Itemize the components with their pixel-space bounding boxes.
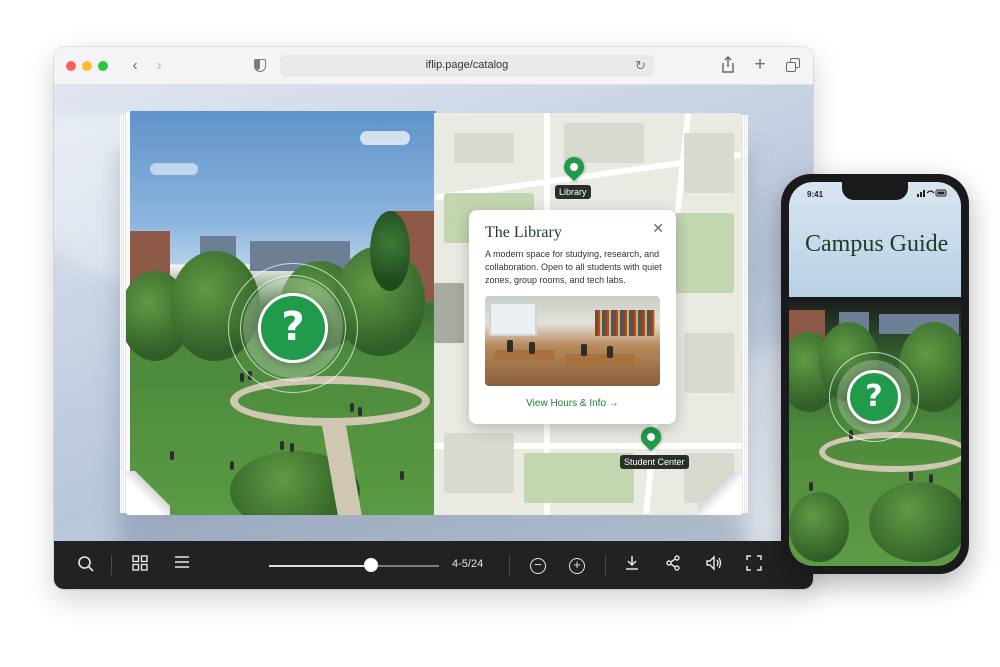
status-icons bbox=[917, 189, 947, 199]
question-mark-icon[interactable]: ? bbox=[847, 370, 901, 424]
zoom-window-button[interactable] bbox=[98, 61, 108, 71]
viewer-toolbar: 4-5/24 − + bbox=[54, 541, 813, 589]
download-icon[interactable] bbox=[622, 555, 642, 575]
close-window-button[interactable] bbox=[66, 61, 76, 71]
page-curl-right[interactable] bbox=[698, 471, 742, 515]
stage: ‹ › iflip.page/catalog ↻ + ? Library Stu… bbox=[0, 0, 1000, 667]
toolbar-divider bbox=[111, 555, 112, 575]
phone-notch bbox=[842, 182, 908, 200]
share-icon[interactable] bbox=[663, 555, 683, 575]
right-page[interactable]: Library Student Center The Library ✕ A m… bbox=[434, 113, 742, 515]
view-hours-link[interactable]: View Hours & Info → bbox=[469, 398, 676, 409]
table-of-contents-icon[interactable] bbox=[172, 555, 192, 575]
minimize-window-button[interactable] bbox=[82, 61, 92, 71]
privacy-shield-icon[interactable] bbox=[254, 59, 266, 72]
phone-question-hotspot[interactable]: ? bbox=[829, 352, 919, 442]
address-bar[interactable]: iflip.page/catalog ↻ bbox=[280, 55, 654, 77]
library-interior-photo bbox=[485, 296, 660, 386]
fullscreen-icon[interactable] bbox=[744, 555, 764, 575]
share-icon[interactable] bbox=[719, 55, 737, 74]
forward-button[interactable]: › bbox=[150, 56, 168, 76]
close-icon[interactable]: ✕ bbox=[652, 220, 664, 237]
page-slider[interactable] bbox=[269, 565, 439, 567]
status-time: 9:41 bbox=[807, 190, 824, 199]
page-slider-knob[interactable] bbox=[364, 558, 378, 572]
question-hotspot[interactable]: ? bbox=[228, 263, 358, 393]
toolbar-divider bbox=[605, 555, 606, 575]
library-popup-card: The Library ✕ A modern space for studyin… bbox=[469, 210, 676, 424]
popup-title: The Library bbox=[485, 224, 562, 241]
reload-icon[interactable]: ↻ bbox=[635, 58, 646, 74]
question-mark-icon[interactable]: ? bbox=[258, 293, 328, 363]
phone-mockup: 9:41 Campus Guide ? bbox=[781, 174, 969, 574]
zoom-out-icon[interactable]: − bbox=[528, 555, 548, 575]
back-button[interactable]: ‹ bbox=[126, 56, 144, 76]
thumbnails-icon[interactable] bbox=[130, 555, 150, 575]
popup-description: A modern space for studying, research, a… bbox=[485, 249, 662, 285]
left-page[interactable]: ? bbox=[126, 111, 436, 515]
library-pin-label[interactable]: Library bbox=[555, 185, 591, 199]
student-center-pin-label[interactable]: Student Center bbox=[620, 455, 689, 469]
toolbar-divider bbox=[509, 555, 510, 575]
search-icon[interactable] bbox=[76, 555, 96, 575]
flipbook-viewer: ? Library Student Center The Library ✕ A… bbox=[54, 85, 813, 541]
tab-overview-icon[interactable] bbox=[784, 56, 802, 74]
page-count: 4-5/24 bbox=[452, 558, 484, 570]
browser-titlebar: ‹ › iflip.page/catalog ↻ + bbox=[54, 47, 813, 85]
browser-window: ‹ › iflip.page/catalog ↻ + ? Library Stu… bbox=[54, 47, 813, 589]
phone-screen[interactable]: 9:41 Campus Guide ? bbox=[789, 182, 961, 566]
page-stack-right bbox=[742, 115, 748, 513]
url-text[interactable]: iflip.page/catalog bbox=[280, 59, 654, 71]
new-tab-icon[interactable]: + bbox=[751, 55, 769, 74]
phone-title: Campus Guide bbox=[805, 231, 949, 257]
page-curl[interactable] bbox=[126, 471, 170, 515]
page-slider-fill bbox=[269, 565, 371, 567]
zoom-in-icon[interactable]: + bbox=[567, 555, 587, 575]
sound-icon[interactable] bbox=[704, 555, 724, 575]
